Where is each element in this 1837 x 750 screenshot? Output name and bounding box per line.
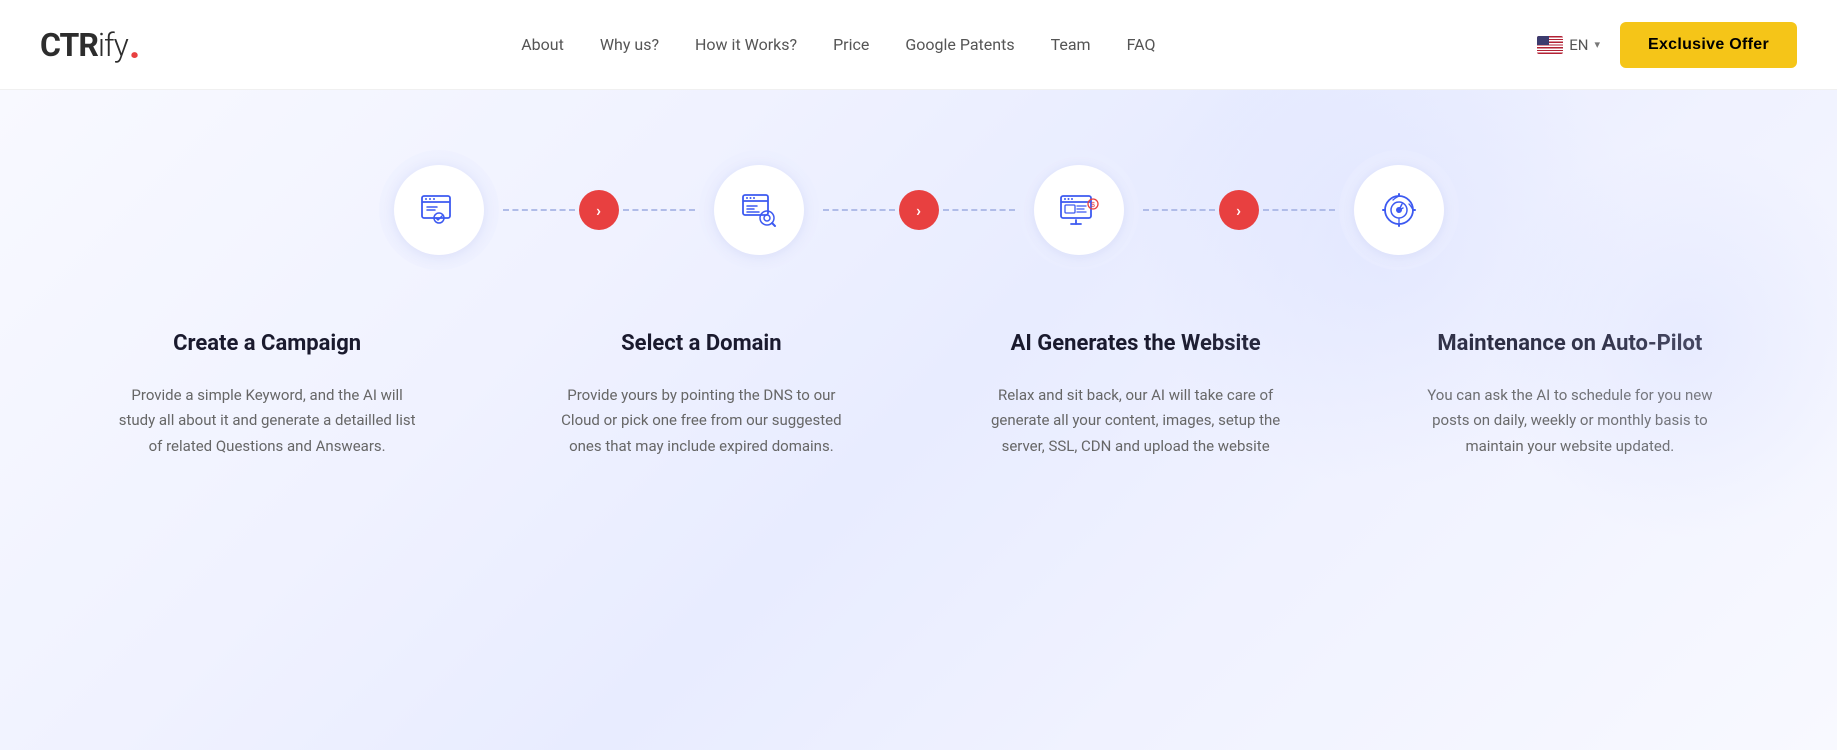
nav-link-howitworks[interactable]: How it Works?	[695, 35, 797, 54]
nav-item-howitworks[interactable]: How it Works?	[695, 35, 797, 54]
step-title-1: Create a Campaign	[117, 330, 417, 359]
logo-ctr: CTR	[40, 26, 98, 64]
ai-website-icon: $	[1057, 188, 1101, 232]
step-icon-ai-generates: $	[1019, 150, 1139, 270]
main-content: ›	[0, 90, 1837, 750]
arrow-circle-2: ›	[899, 190, 939, 230]
flag-icon-us	[1537, 36, 1563, 54]
nav-right: EN ▾ Exclusive Offer	[1537, 22, 1797, 68]
step-icon-maintenance	[1339, 150, 1459, 270]
nav-link-about[interactable]: About	[521, 35, 564, 54]
autopilot-icon	[1377, 188, 1421, 232]
dashed-line-left-1	[503, 209, 575, 211]
arrow-connector-3: ›	[1139, 190, 1339, 230]
step-icon-inner-2	[714, 165, 804, 255]
logo-dot: .	[129, 25, 140, 65]
steps-icon-row: ›	[60, 150, 1777, 270]
arrow-circle-3: ›	[1219, 190, 1259, 230]
step-icon-inner-4	[1354, 165, 1444, 255]
nav-link-price[interactable]: Price	[833, 35, 869, 54]
nav-item-whyus[interactable]: Why us?	[600, 35, 659, 54]
step-icon-select-domain	[699, 150, 819, 270]
nav-link-team[interactable]: Team	[1051, 35, 1091, 54]
arrow-connector-2: ›	[819, 190, 1019, 230]
svg-text:$: $	[1091, 202, 1095, 209]
logo[interactable]: CTRify.	[40, 25, 139, 65]
arrow-connector-1: ›	[499, 190, 699, 230]
dashed-line-right-1	[623, 209, 695, 211]
nav-link-faq[interactable]: FAQ	[1127, 35, 1156, 54]
domain-icon	[737, 188, 781, 232]
step-desc-2: Provide yours by pointing the DNS to our…	[551, 383, 851, 460]
nav-link-whyus[interactable]: Why us?	[600, 35, 659, 54]
step-desc-1: Provide a simple Keyword, and the AI wil…	[117, 383, 417, 460]
navbar: CTRify. About Why us? How it Works? Pric…	[0, 0, 1837, 90]
step-card-create-campaign: Create a Campaign Provide a simple Keywo…	[107, 330, 427, 459]
nav-link-patents[interactable]: Google Patents	[905, 35, 1014, 54]
nav-item-price[interactable]: Price	[833, 35, 869, 54]
language-selector[interactable]: EN ▾	[1537, 36, 1600, 54]
lang-label: EN	[1569, 36, 1588, 54]
chevron-down-icon: ▾	[1594, 38, 1600, 51]
step-icon-create-campaign	[379, 150, 499, 270]
step-icon-inner-1	[394, 165, 484, 255]
step-title-2: Select a Domain	[551, 330, 851, 359]
nav-item-patents[interactable]: Google Patents	[905, 35, 1014, 54]
campaign-icon	[417, 188, 461, 232]
exclusive-offer-button[interactable]: Exclusive Offer	[1620, 22, 1797, 68]
arrow-icon-1: ›	[596, 201, 601, 220]
nav-item-about[interactable]: About	[521, 35, 564, 54]
logo-ify: ify	[98, 26, 128, 64]
dashed-line-right-2	[943, 209, 1015, 211]
arrow-circle-1: ›	[579, 190, 619, 230]
nav-links: About Why us? How it Works? Price Google…	[521, 35, 1155, 54]
dashed-line-right-3	[1263, 209, 1335, 211]
nav-item-faq[interactable]: FAQ	[1127, 35, 1156, 54]
dashed-line-left-3	[1143, 209, 1215, 211]
step-card-select-domain: Select a Domain Provide yours by pointin…	[541, 330, 861, 459]
arrow-icon-2: ›	[916, 201, 921, 220]
step-icon-inner-3: $	[1034, 165, 1124, 255]
arrow-icon-3: ›	[1236, 201, 1241, 220]
dashed-line-left-2	[823, 209, 895, 211]
nav-item-team[interactable]: Team	[1051, 35, 1091, 54]
